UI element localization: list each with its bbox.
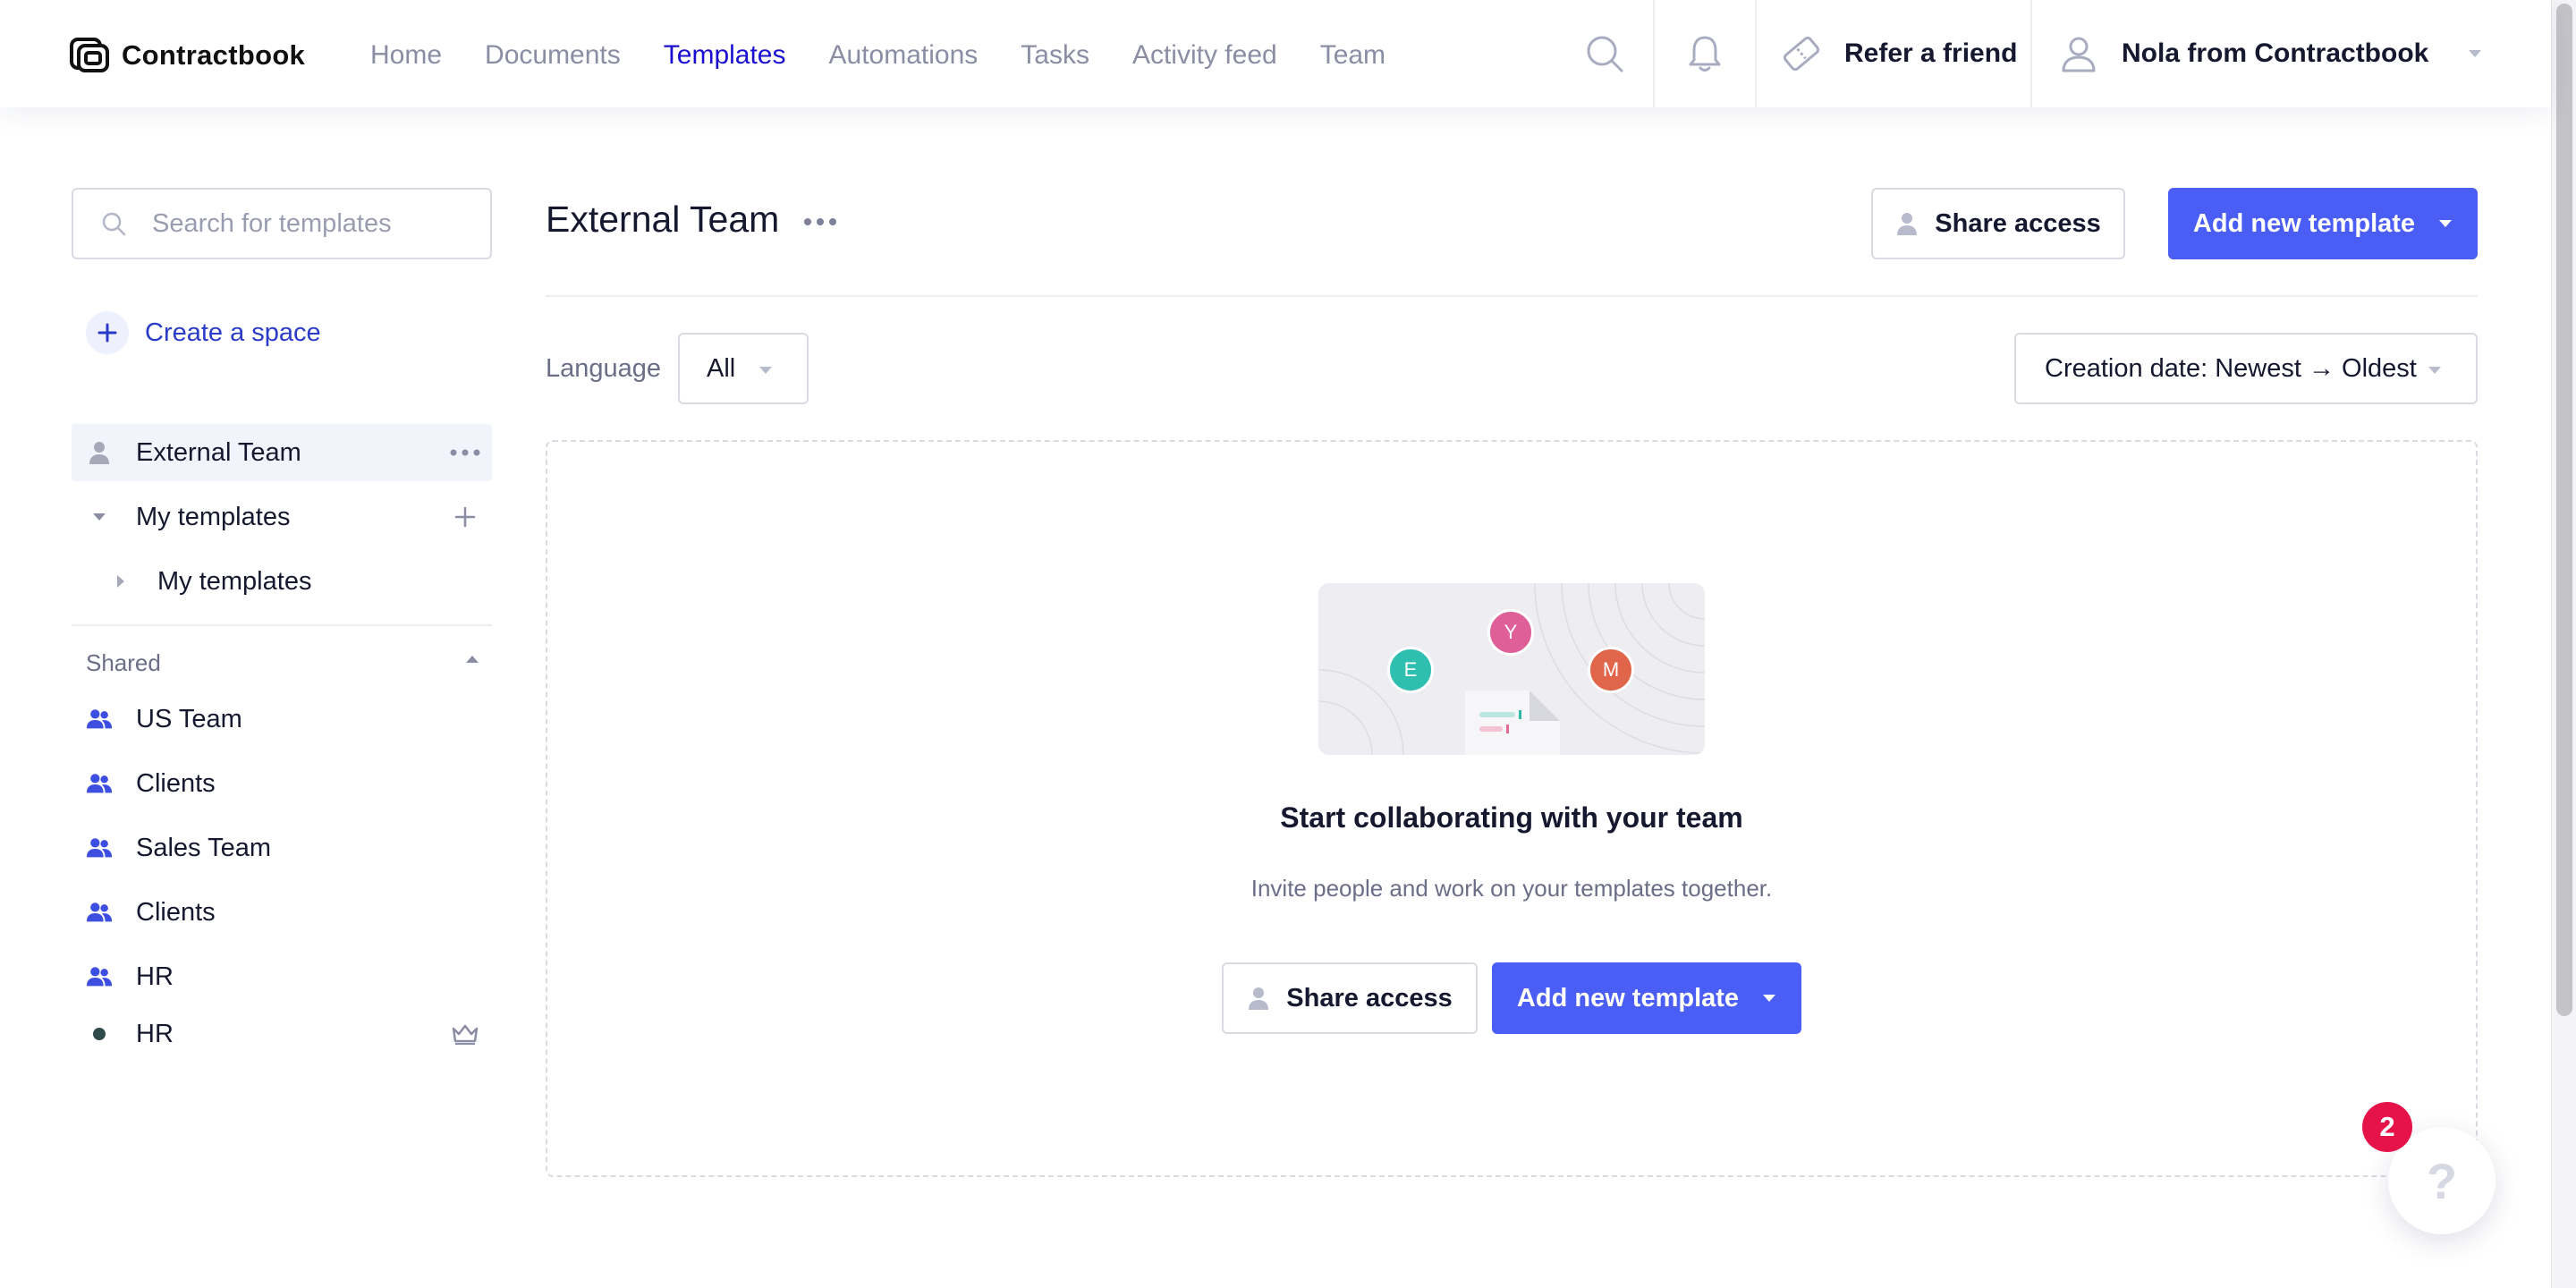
more-options-icon[interactable] bbox=[449, 439, 481, 466]
sidebar-item-sales-team[interactable]: Sales Team bbox=[72, 819, 492, 877]
language-select[interactable]: All bbox=[678, 333, 809, 404]
people-icon bbox=[86, 835, 113, 861]
ticket-icon bbox=[1783, 36, 1820, 72]
search-icon[interactable] bbox=[1583, 32, 1626, 75]
header-divider bbox=[1653, 0, 1655, 107]
shared-section-header[interactable]: Shared bbox=[86, 649, 479, 678]
sidebar-item-us-team[interactable]: US Team bbox=[72, 691, 492, 748]
share-access-button[interactable]: Share access bbox=[1222, 962, 1478, 1034]
logo-text: Contractbook bbox=[122, 39, 306, 71]
chevron-up-icon[interactable] bbox=[465, 655, 479, 664]
nav-activity-feed[interactable]: Activity feed bbox=[1132, 36, 1277, 75]
dot-icon bbox=[86, 1021, 113, 1047]
add-new-template-button[interactable]: Add new template bbox=[1492, 962, 1801, 1034]
nav-templates[interactable]: Templates bbox=[664, 36, 786, 75]
user-avatar-icon bbox=[2062, 37, 2096, 72]
sidebar-item-label: Clients bbox=[136, 768, 216, 798]
shared-label: Shared bbox=[86, 649, 161, 676]
add-new-template-label: Add new template bbox=[1516, 983, 1740, 1013]
language-label: Language bbox=[546, 354, 662, 383]
question-mark-icon: ? bbox=[2426, 1152, 2458, 1209]
empty-state-subtitle: Invite people and work on your templates… bbox=[1250, 875, 1773, 902]
sidebar-item-my-templates-folder[interactable]: My templates bbox=[72, 553, 492, 610]
people-icon bbox=[86, 706, 113, 733]
sort-select[interactable]: Creation date: Newest → Oldest bbox=[2014, 333, 2478, 404]
sidebar-item-label: HR bbox=[136, 1019, 174, 1048]
user-menu[interactable]: Nola from Contractbook bbox=[2059, 32, 2482, 75]
refer-a-friend-button[interactable]: Refer a friend bbox=[1780, 32, 2017, 75]
sidebar-item-label: HR bbox=[136, 962, 174, 991]
bell-icon[interactable] bbox=[1685, 32, 1724, 75]
search-icon bbox=[102, 212, 126, 236]
person-icon bbox=[1249, 987, 1269, 1010]
header-divider bbox=[1755, 0, 1757, 107]
top-navbar: Contractbook Home Documents Templates Au… bbox=[0, 0, 2551, 107]
chevron-down-icon bbox=[2469, 50, 2482, 57]
people-icon bbox=[86, 770, 113, 797]
nav-team[interactable]: Team bbox=[1320, 36, 1385, 75]
caret-down-icon[interactable] bbox=[86, 504, 113, 530]
nav-automations[interactable]: Automations bbox=[829, 36, 979, 75]
language-select-value: All bbox=[707, 353, 736, 383]
page-title: External Team bbox=[546, 199, 780, 240]
sidebar-item-label: External Team bbox=[136, 437, 301, 467]
header-divider bbox=[546, 295, 2478, 297]
sidebar-item-label: My templates bbox=[136, 502, 291, 531]
template-search-input[interactable] bbox=[152, 208, 474, 239]
notification-badge: 2 bbox=[2362, 1102, 2412, 1152]
caret-right-icon[interactable] bbox=[107, 568, 134, 595]
sidebar-item-label: Clients bbox=[136, 897, 216, 927]
chevron-down-icon bbox=[1763, 995, 1776, 1002]
template-search[interactable] bbox=[72, 188, 492, 259]
sidebar-item-clients[interactable]: Clients bbox=[72, 755, 492, 812]
add-new-template-button[interactable]: Add new template bbox=[2168, 188, 2478, 259]
nav-documents[interactable]: Documents bbox=[485, 36, 621, 75]
share-access-label: Share access bbox=[1935, 208, 2101, 238]
more-options-icon[interactable] bbox=[803, 211, 837, 233]
sidebar-item-hr-owned[interactable]: HR bbox=[72, 1005, 492, 1063]
person-icon bbox=[86, 439, 113, 466]
scrollbar-thumb[interactable] bbox=[2556, 4, 2572, 1016]
share-access-label: Share access bbox=[1286, 983, 1453, 1013]
avatar: Y bbox=[1487, 609, 1534, 656]
sidebar-item-clients-2[interactable]: Clients bbox=[72, 884, 492, 941]
people-icon bbox=[86, 963, 113, 990]
nav-tasks[interactable]: Tasks bbox=[1021, 36, 1089, 75]
create-space-label: Create a space bbox=[145, 318, 321, 347]
plus-icon bbox=[86, 311, 129, 354]
sort-select-value: Creation date: Newest → Oldest bbox=[2045, 353, 2417, 383]
sidebar-divider bbox=[72, 624, 492, 626]
contractbook-logo-icon bbox=[70, 38, 109, 72]
chevron-down-icon bbox=[2439, 220, 2453, 227]
share-access-button[interactable]: Share access bbox=[1871, 188, 2125, 259]
chevron-down-icon bbox=[759, 367, 772, 374]
chevron-down-icon bbox=[2428, 367, 2441, 374]
sidebar-item-label: My templates bbox=[157, 566, 312, 596]
crown-icon bbox=[449, 1021, 481, 1047]
scrollbar[interactable] bbox=[2551, 0, 2576, 1288]
nav-home[interactable]: Home bbox=[370, 36, 442, 75]
sidebar-item-label: Sales Team bbox=[136, 833, 271, 862]
add-new-template-label: Add new template bbox=[2192, 208, 2416, 238]
logo[interactable]: Contractbook bbox=[70, 36, 305, 75]
header-divider bbox=[2030, 0, 2032, 107]
person-icon bbox=[1897, 213, 1918, 235]
user-name: Nola from Contractbook bbox=[2122, 38, 2429, 68]
avatar: M bbox=[1588, 647, 1634, 693]
main-nav: Home Documents Templates Automations Tas… bbox=[370, 36, 1428, 75]
sidebar-item-external-team[interactable]: External Team bbox=[72, 424, 492, 481]
refer-a-friend-label: Refer a friend bbox=[1844, 38, 2018, 68]
empty-state-title: Start collaborating with your team bbox=[1280, 801, 1743, 834]
sidebar-item-hr[interactable]: HR bbox=[72, 948, 492, 1005]
create-space-button[interactable]: Create a space bbox=[86, 311, 321, 354]
sidebar-item-label: US Team bbox=[136, 704, 242, 733]
sidebar-item-my-templates[interactable]: My templates bbox=[72, 488, 492, 546]
avatar: E bbox=[1387, 647, 1434, 693]
add-icon[interactable] bbox=[449, 504, 481, 530]
people-icon bbox=[86, 899, 113, 926]
